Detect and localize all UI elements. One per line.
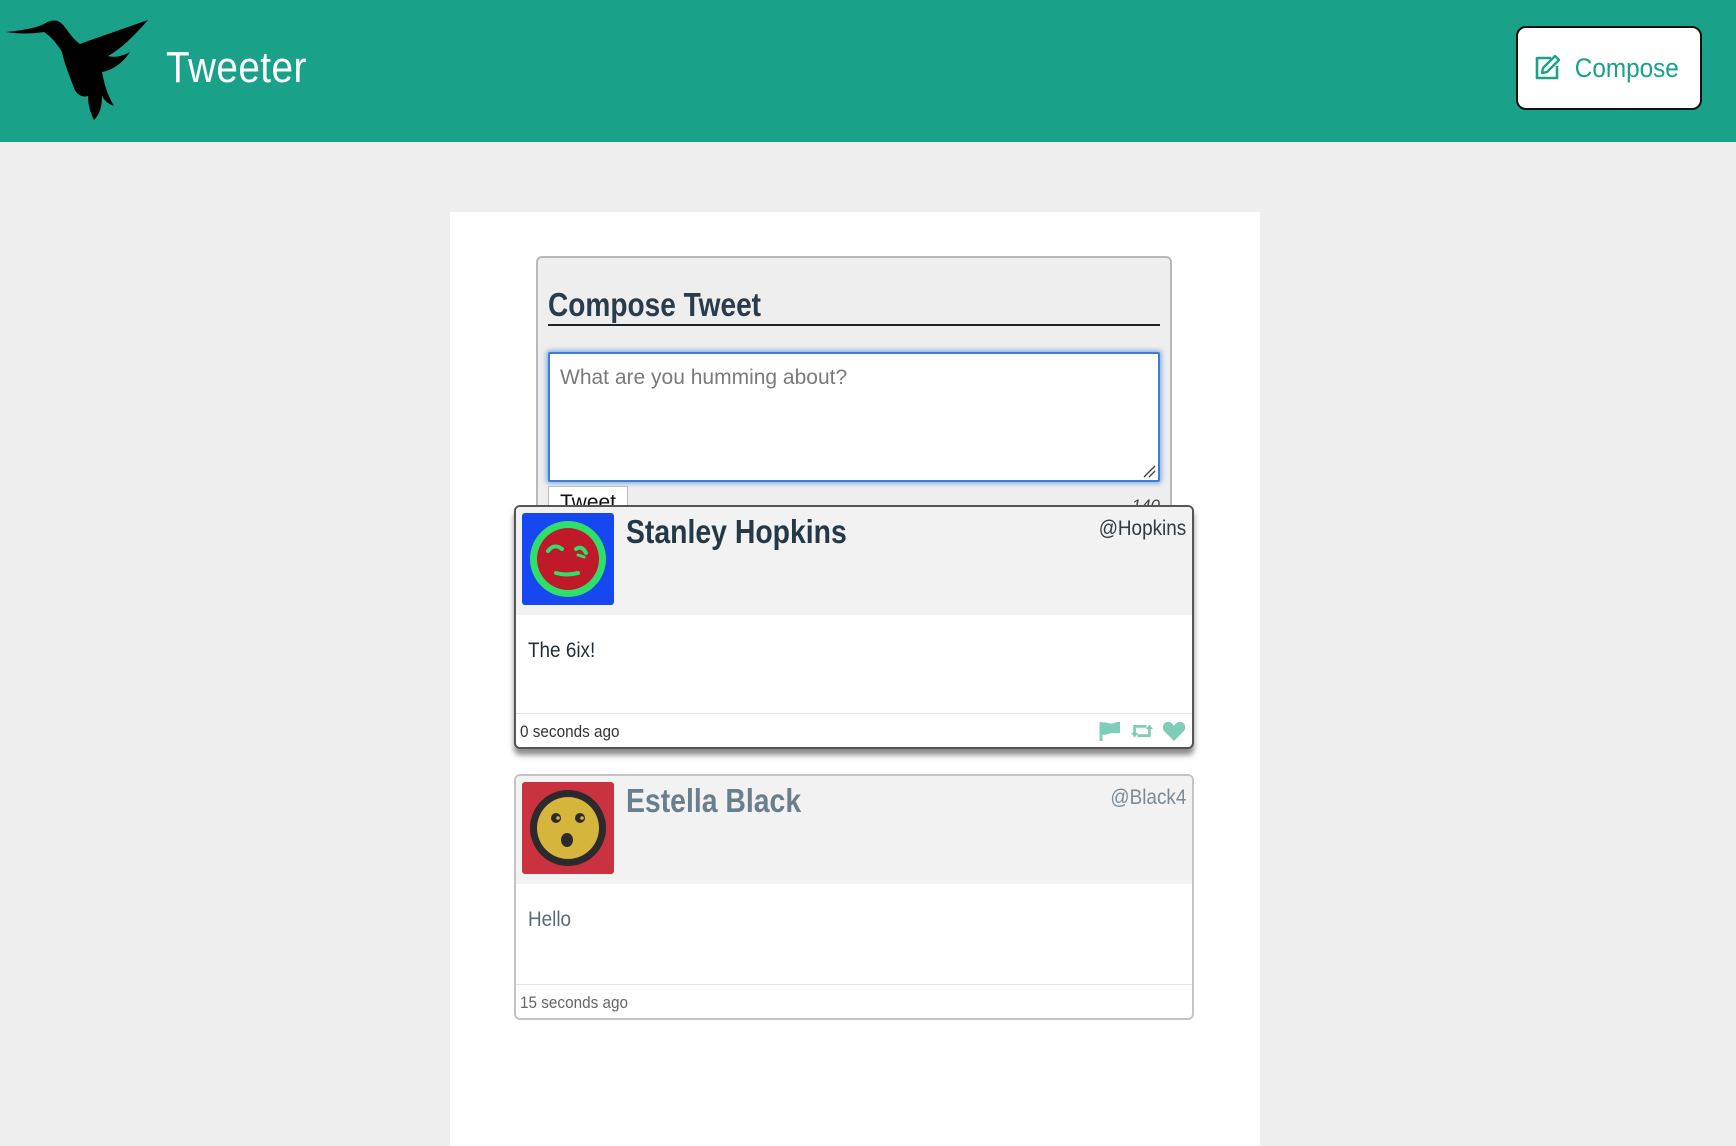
tweet-timestamp: 0 seconds ago	[520, 722, 620, 741]
tweet-card[interactable]: Stanley Hopkins @Hopkins The 6ix! 0 seco…	[514, 505, 1194, 749]
tweet-author-handle: @Black4	[1110, 786, 1186, 809]
compose-toggle-label: Compose	[1574, 52, 1680, 83]
hummingbird-logo-icon[interactable]	[4, 12, 149, 120]
tweet-footer: 15 seconds ago	[516, 984, 1192, 1018]
tweet-card[interactable]: Estella Black @Black4 Hello 15 seconds a…	[514, 774, 1194, 1020]
tweet-text-input[interactable]	[548, 352, 1160, 482]
flag-icon[interactable]	[1098, 720, 1122, 742]
compose-tweet-heading: Compose Tweet	[548, 286, 1160, 326]
tweet-actions	[1098, 720, 1186, 742]
tweet-header: Stanley Hopkins @Hopkins	[516, 507, 1192, 615]
retweet-icon[interactable]	[1130, 720, 1154, 742]
tweet-author-handle: @Hopkins	[1098, 517, 1186, 540]
brand-title: Tweeter	[166, 43, 307, 92]
tweet-content: Hello	[528, 908, 572, 931]
resize-handle-icon[interactable]	[1142, 464, 1156, 478]
top-nav: Tweeter Compose	[0, 0, 1736, 142]
tweet-timestamp: 15 seconds ago	[520, 993, 629, 1012]
tweet-author-name: Estella Black	[626, 782, 802, 819]
green-smirk-face-avatar-icon	[522, 513, 614, 605]
tweet-footer: 0 seconds ago	[516, 713, 1192, 747]
new-tweet-panel: Compose Tweet Tweet 140	[536, 256, 1172, 532]
compose-toggle-button[interactable]: Compose	[1516, 26, 1702, 110]
yellow-surprised-face-avatar-icon	[522, 782, 614, 874]
tweet-content: The 6ix!	[528, 639, 596, 662]
compose-tweet-heading-text: Compose Tweet	[548, 286, 762, 323]
main-container: Compose Tweet Tweet 140 Stanley Hopkins …	[450, 212, 1260, 1146]
tweet-header: Estella Black @Black4	[516, 776, 1192, 884]
tweet-author-name: Stanley Hopkins	[626, 513, 847, 550]
heart-icon[interactable]	[1162, 720, 1186, 742]
edit-icon	[1535, 54, 1561, 80]
